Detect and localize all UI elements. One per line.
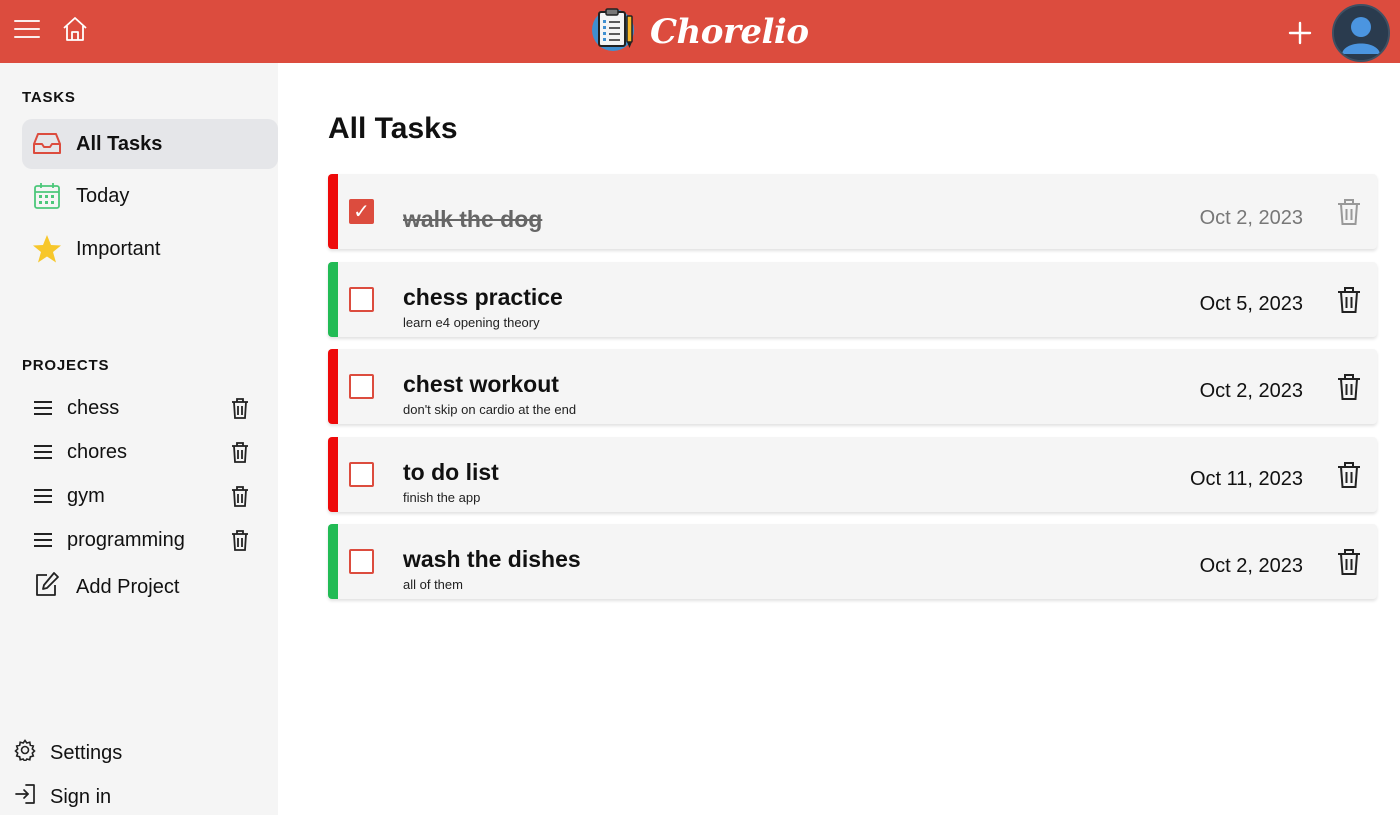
sidebar-project-gym[interactable]: gym — [34, 478, 250, 514]
trash-icon[interactable] — [230, 441, 250, 463]
plus-icon[interactable] — [1288, 21, 1312, 45]
sign-in-icon — [14, 783, 36, 811]
task-date: Oct 11, 2023 — [1189, 468, 1303, 490]
sidebar-item-label: Important — [76, 237, 161, 260]
calendar-icon — [32, 181, 62, 211]
task-card[interactable]: walk the dog Oct 2, 2023 — [328, 174, 1377, 249]
star-icon — [32, 234, 62, 264]
task-title: chest workout — [403, 371, 559, 397]
project-label: programming — [67, 528, 185, 551]
sidebar-project-programming[interactable]: programming — [34, 522, 250, 558]
task-date: Oct 2, 2023 — [1199, 380, 1303, 402]
sidebar-item-all-tasks[interactable]: All Tasks — [22, 119, 278, 169]
clipboard-logo-icon — [592, 6, 636, 57]
avatar[interactable] — [1332, 4, 1390, 62]
task-title: wash the dishes — [403, 546, 581, 572]
page-title: All Tasks — [328, 112, 458, 145]
task-checkbox[interactable] — [349, 287, 374, 312]
trash-icon[interactable] — [1337, 373, 1361, 406]
add-project-label: Add Project — [76, 575, 180, 598]
projects-section-title: PROJECTS — [22, 357, 110, 374]
task-description: finish the app — [403, 490, 481, 505]
project-label: chess — [67, 396, 120, 419]
sidebar-item-today[interactable]: Today — [22, 171, 278, 221]
sign-in-label: Sign in — [50, 785, 112, 808]
task-checkbox[interactable] — [349, 374, 374, 399]
home-icon[interactable] — [62, 16, 88, 42]
gear-icon — [14, 739, 36, 767]
task-checkbox[interactable] — [349, 462, 374, 487]
sidebar-project-chores[interactable]: chores — [34, 434, 250, 470]
trash-icon[interactable] — [230, 485, 250, 507]
sidebar-item-label: All Tasks — [76, 132, 163, 155]
task-description: all of them — [403, 577, 463, 592]
sidebar-item-important[interactable]: Important — [22, 224, 278, 274]
brand-name: Chorelio — [650, 11, 809, 52]
brand[interactable]: Chorelio — [592, 6, 809, 57]
priority-stripe — [328, 437, 338, 512]
task-card[interactable]: chest workout don't skip on cardio at th… — [328, 349, 1377, 424]
project-label: gym — [67, 484, 105, 507]
edit-square-icon — [34, 571, 60, 603]
tasks-section-title: TASKS — [22, 89, 76, 106]
settings-label: Settings — [50, 741, 123, 764]
avatar-icon — [1334, 6, 1388, 60]
top-bar: Chorelio — [0, 0, 1400, 63]
trash-icon[interactable] — [1337, 286, 1361, 319]
menu-lines-icon — [34, 445, 52, 459]
sidebar-project-chess[interactable]: chess — [34, 390, 250, 426]
task-card[interactable]: chess practice learn e4 opening theory O… — [328, 262, 1377, 337]
trash-icon[interactable] — [1337, 461, 1361, 494]
hamburger-icon[interactable] — [14, 19, 40, 39]
sign-in-button[interactable]: Sign in — [14, 783, 111, 811]
add-project-button[interactable]: Add Project — [34, 571, 179, 603]
trash-icon[interactable] — [1337, 198, 1361, 231]
task-title: to do list — [403, 459, 499, 485]
task-description: don't skip on cardio at the end — [403, 402, 577, 417]
task-checkbox[interactable] — [349, 199, 374, 224]
menu-lines-icon — [34, 401, 52, 415]
priority-stripe — [328, 262, 338, 337]
task-description: learn e4 opening theory — [403, 315, 540, 330]
trash-icon[interactable] — [230, 397, 250, 419]
task-card[interactable]: to do list finish the app Oct 11, 2023 — [328, 437, 1377, 512]
inbox-icon — [32, 129, 62, 159]
menu-lines-icon — [34, 489, 52, 503]
priority-stripe — [328, 524, 338, 599]
task-date: Oct 2, 2023 — [1199, 207, 1303, 229]
sidebar: TASKS All Tasks Today Important PROJECTS… — [0, 63, 278, 815]
task-title: walk the dog — [403, 206, 543, 232]
project-label: chores — [67, 440, 128, 463]
sidebar-item-label: Today — [76, 184, 130, 207]
priority-stripe — [328, 349, 338, 424]
top-bar-right — [1288, 4, 1390, 62]
task-card[interactable]: wash the dishes all of them Oct 2, 2023 — [328, 524, 1377, 599]
task-checkbox[interactable] — [349, 549, 374, 574]
trash-icon[interactable] — [230, 529, 250, 551]
task-date: Oct 2, 2023 — [1199, 555, 1303, 577]
task-date: Oct 5, 2023 — [1199, 293, 1303, 315]
task-title: chess practice — [403, 284, 563, 310]
top-bar-left — [14, 16, 88, 42]
trash-icon[interactable] — [1337, 548, 1361, 581]
priority-stripe — [328, 174, 338, 249]
settings-button[interactable]: Settings — [14, 739, 122, 767]
menu-lines-icon — [34, 533, 52, 547]
